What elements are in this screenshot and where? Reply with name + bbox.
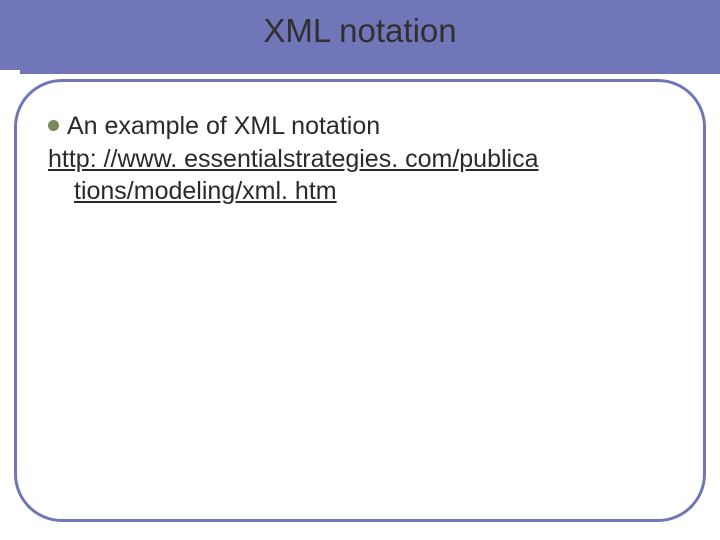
link-line-2[interactable]: tions/modeling/xml. htm — [74, 177, 337, 205]
bullet-item: An example of XML notation — [48, 110, 680, 143]
notch-decoration — [0, 70, 20, 94]
bullet-text: An example of XML notation — [67, 112, 380, 140]
content-area: An example of XML notation http: //www. … — [48, 110, 680, 208]
bullet-icon — [48, 120, 59, 131]
slide: XML notation An example of XML notation … — [0, 0, 720, 540]
slide-title: XML notation — [0, 12, 720, 50]
link-line-1[interactable]: http: //www. essentialstrategies. com/pu… — [48, 145, 539, 173]
